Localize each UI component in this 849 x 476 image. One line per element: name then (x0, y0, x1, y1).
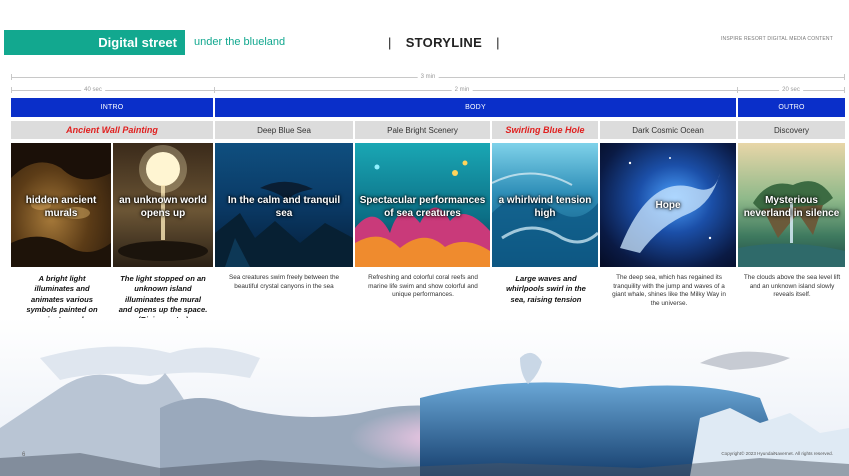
phase-outro: OUTRO (738, 98, 845, 117)
timeline-intro-label: 40 sec (81, 87, 105, 93)
description-coral: Refreshing and colorful coral reefs and … (368, 274, 478, 299)
header-subtitle: under the blueland (194, 36, 286, 48)
tick (11, 87, 12, 93)
tick (844, 87, 845, 93)
tick (737, 87, 738, 93)
header-title: Digital street (4, 30, 185, 55)
panel-caption: In the calm and tranquil sea (227, 195, 341, 219)
description-island: The clouds above the sea level lift and … (743, 274, 841, 299)
section-deep-blue-sea: Deep Blue Sea (215, 121, 353, 139)
description-deep-sea: Sea creatures swim freely between the be… (228, 274, 340, 290)
description-whirlpool: Large waves and whirlpools swirl in the … (506, 274, 586, 304)
phase-intro: INTRO (11, 98, 213, 117)
section-dark-cosmic-ocean: Dark Cosmic Ocean (600, 121, 736, 139)
section-pale-bright-scenery: Pale Bright Scenery (355, 121, 490, 139)
copyright-text: Copyright© 2023 HyundaiNavernet. All rig… (721, 451, 833, 456)
title-text: Digital street (98, 35, 177, 50)
panel-neverland: Mysterious neverland in silence (738, 143, 845, 267)
panel-hidden-murals: hidden ancient murals (11, 143, 111, 267)
panel-caption: Mysterious neverland in silence (743, 195, 840, 219)
panel-whirlwind: a whirlwind tension high (492, 143, 598, 267)
tick (11, 74, 12, 80)
panel-calm-sea: In the calm and tranquil sea (215, 143, 353, 267)
phase-body: BODY (215, 98, 736, 117)
tick (214, 87, 215, 93)
timeline-segment-line (11, 90, 845, 91)
page-number: 6 (22, 452, 26, 458)
section-ancient-wall-painting: Ancient Wall Painting (11, 121, 213, 139)
timeline-total-label: 3 min (417, 74, 439, 80)
storyline-text: STORYLINE (405, 35, 483, 50)
section-swirling-blue-hole: Swirling Blue Hole (492, 121, 598, 139)
panel-caption: Hope (655, 200, 681, 211)
divider: | (496, 35, 500, 50)
storyline-heading: | STORYLINE | (374, 35, 514, 50)
panel-caption: a whirlwind tension high (498, 195, 592, 219)
section-discovery: Discovery (738, 121, 845, 139)
panel-sea-creatures: Spectacular performances of sea creature… (355, 143, 490, 267)
panel-caption: an unknown world opens up (119, 195, 207, 219)
tick (844, 74, 845, 80)
panel-unknown-world: an unknown world opens up (113, 143, 213, 267)
panel-hope: Hope (600, 143, 736, 267)
description-whale: The deep sea, which has regained its tra… (612, 274, 726, 307)
panel-caption: Spectacular performances of sea creature… (359, 195, 486, 219)
corp-label: INSPIRE RESORT DIGITAL MEDIA CONTENT (720, 36, 833, 42)
timeline-body-label: 2 min (451, 87, 473, 93)
divider: | (388, 35, 392, 50)
panel-caption: hidden ancient murals (25, 195, 97, 219)
timeline-outro-label: 20 sec (779, 87, 803, 93)
